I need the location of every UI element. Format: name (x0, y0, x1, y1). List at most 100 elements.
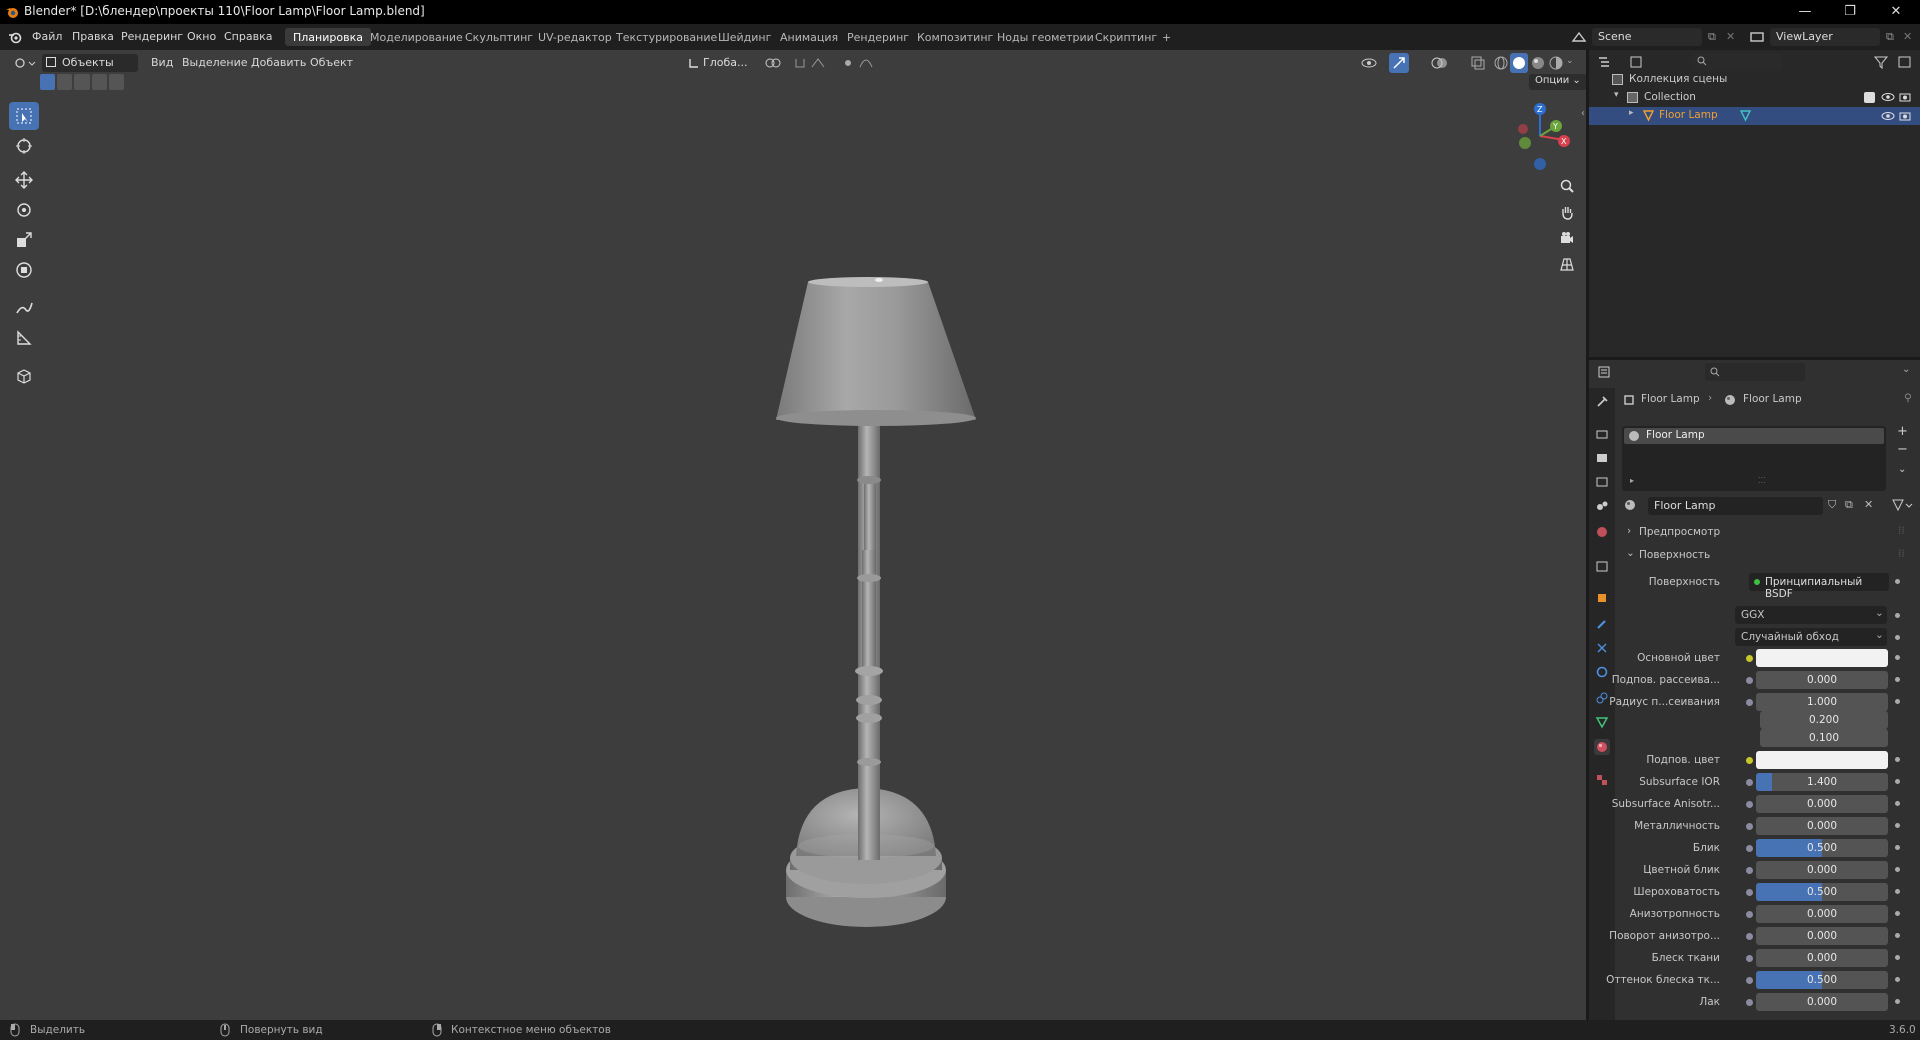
object-visibility-eye-icon[interactable] (1881, 110, 1895, 122)
scene-selector[interactable]: Scene (1592, 28, 1702, 46)
keyframe-dot[interactable] (1895, 933, 1900, 938)
select-box-tool[interactable] (9, 102, 39, 130)
preview-drag-icon[interactable]: ⁞⁞ (1898, 525, 1905, 537)
value-slider[interactable]: 0.200 (1760, 711, 1888, 729)
tab-geometry-nodes[interactable]: Ноды геометрии (989, 28, 1102, 46)
value-slider[interactable]: 0.000 (1756, 861, 1888, 879)
keyframe-dot[interactable] (1895, 999, 1900, 1004)
select-new-icon[interactable] (40, 74, 56, 90)
keyframe-dot[interactable] (1895, 955, 1900, 960)
world-tab-icon[interactable] (1594, 524, 1610, 540)
collection-tab-icon[interactable] (1594, 558, 1610, 574)
keyframe-dot[interactable] (1895, 757, 1900, 762)
keyframe-dot[interactable] (1895, 801, 1900, 806)
properties-editor-type-icon[interactable] (1597, 364, 1621, 380)
minimize-button[interactable]: — (1795, 2, 1815, 22)
cursor-tool[interactable] (9, 132, 39, 160)
blender-menu-icon[interactable] (8, 30, 22, 44)
socket-dot-icon[interactable] (1746, 845, 1753, 852)
keyframe-dot[interactable] (1895, 977, 1900, 982)
socket-dot-icon[interactable] (1746, 933, 1753, 940)
remove-scene-icon[interactable]: ✕ (1726, 30, 1735, 43)
proportional-editing-icon[interactable] (842, 55, 882, 71)
xray-icon[interactable] (1470, 55, 1486, 71)
view-layer-tab-icon[interactable] (1594, 474, 1610, 490)
add-cube-tool[interactable] (9, 362, 39, 390)
exclude-checkbox[interactable] (1864, 92, 1875, 103)
color-swatch[interactable] (1756, 751, 1888, 769)
collapse-arrow-icon[interactable]: ▾ (1614, 90, 1619, 100)
socket-dot-icon[interactable] (1746, 999, 1753, 1006)
keyframe-dot[interactable] (1895, 845, 1900, 850)
slot-specials-chevron-icon[interactable]: ⌄ (1898, 464, 1906, 475)
new-view-layer-icon[interactable]: ⧉ (1886, 30, 1894, 44)
surface-keyframe-dot[interactable] (1895, 579, 1900, 584)
keyframe-dot[interactable] (1895, 889, 1900, 894)
tool-tab-icon[interactable] (1594, 394, 1610, 410)
surface-shader-selector[interactable]: Принципиальный BSDF (1749, 573, 1889, 600)
socket-dot-icon[interactable] (1746, 699, 1753, 706)
output-tab-icon[interactable] (1594, 450, 1610, 466)
scene-icon[interactable] (1570, 28, 1588, 46)
properties-options-chevron-icon[interactable]: ⌄ (1902, 364, 1910, 375)
render-tab-icon[interactable] (1594, 426, 1610, 442)
gizmo-toggle-icon[interactable] (1389, 53, 1409, 73)
tab-sculpting[interactable]: Скульптинг (457, 28, 541, 46)
value-slider[interactable]: 0.000 (1756, 817, 1888, 835)
distribution-keyframe-dot[interactable] (1895, 613, 1900, 618)
select-invert-icon[interactable] (91, 74, 107, 90)
material-name-field[interactable]: Floor Lamp (1648, 497, 1823, 515)
link-dropdown-icon[interactable] (1890, 497, 1914, 513)
keyframe-dot[interactable] (1895, 867, 1900, 872)
modifier-tab-icon[interactable] (1594, 616, 1610, 632)
select-subtract-icon[interactable] (74, 74, 90, 90)
value-slider[interactable]: 0.500 (1756, 839, 1888, 857)
unlink-material-icon[interactable]: ✕ (1864, 498, 1873, 511)
tab-animation[interactable]: Анимация (772, 28, 846, 46)
slot-expand-icon[interactable]: ▸ (1630, 476, 1634, 485)
navigation-gizmo[interactable]: Z X Y (1504, 96, 1576, 176)
preview-panel-header[interactable]: › Предпросмотр ⁞⁞ (1622, 524, 1912, 542)
keyframe-dot[interactable] (1895, 911, 1900, 916)
value-slider[interactable]: 0.000 (1756, 927, 1888, 945)
rotate-tool[interactable] (9, 196, 39, 224)
resize-handle-icon[interactable]: ⁚⁚⁚ (1758, 476, 1766, 485)
subsurface-method-dropdown[interactable]: Случайный обход ⌄ (1735, 628, 1887, 646)
subsurface-method-keyframe-dot[interactable] (1895, 635, 1900, 640)
tab-rendering[interactable]: Рендеринг (839, 28, 917, 46)
measure-tool[interactable] (9, 324, 39, 352)
pin-icon[interactable]: ⚲ (1904, 392, 1912, 404)
menu-object[interactable]: Объект (310, 56, 353, 69)
remove-view-layer-icon[interactable]: ✕ (1903, 30, 1912, 43)
menu-help[interactable]: Справка (224, 30, 272, 43)
outliner-row-collection[interactable]: ▾ Collection (1589, 89, 1920, 107)
value-slider[interactable]: 0.500 (1756, 883, 1888, 901)
value-slider[interactable]: 0.500 (1756, 971, 1888, 989)
tab-shading[interactable]: Шейдинг (710, 28, 779, 46)
keyframe-dot[interactable] (1895, 823, 1900, 828)
value-slider[interactable]: 0.000 (1756, 795, 1888, 813)
scene-tab-icon[interactable] (1594, 498, 1610, 514)
mesh-data-icon[interactable] (1739, 109, 1752, 122)
display-mode-icon[interactable] (1629, 54, 1651, 70)
color-swatch[interactable] (1756, 649, 1888, 667)
outliner-row-floor-lamp[interactable]: ▸ Floor Lamp (1589, 107, 1920, 125)
surface-drag-icon[interactable]: ⁞⁞ (1898, 548, 1905, 560)
menu-window[interactable]: Окно (187, 30, 216, 43)
duplicate-material-icon[interactable]: ⧉ (1845, 498, 1853, 512)
tab-compositing[interactable]: Композитинг (909, 28, 1001, 46)
wireframe-shading-icon[interactable] (1493, 55, 1509, 71)
menu-view[interactable]: Вид (151, 56, 173, 69)
add-slot-icon[interactable]: + (1897, 424, 1908, 439)
distribution-dropdown[interactable]: GGX ⌄ (1735, 606, 1887, 624)
material-preview-shading-icon[interactable] (1530, 55, 1546, 71)
select-intersect-icon[interactable] (108, 74, 125, 90)
socket-dot-icon[interactable] (1746, 677, 1753, 684)
3d-viewport[interactable] (0, 50, 1586, 1020)
menu-add[interactable]: Добавить (251, 56, 306, 69)
socket-dot-icon[interactable] (1746, 977, 1753, 984)
pan-hand-icon[interactable] (1555, 200, 1579, 224)
annotate-tool[interactable] (9, 294, 39, 322)
expand-arrow-icon[interactable]: ▸ (1629, 108, 1634, 118)
socket-dot-icon[interactable] (1746, 867, 1753, 874)
